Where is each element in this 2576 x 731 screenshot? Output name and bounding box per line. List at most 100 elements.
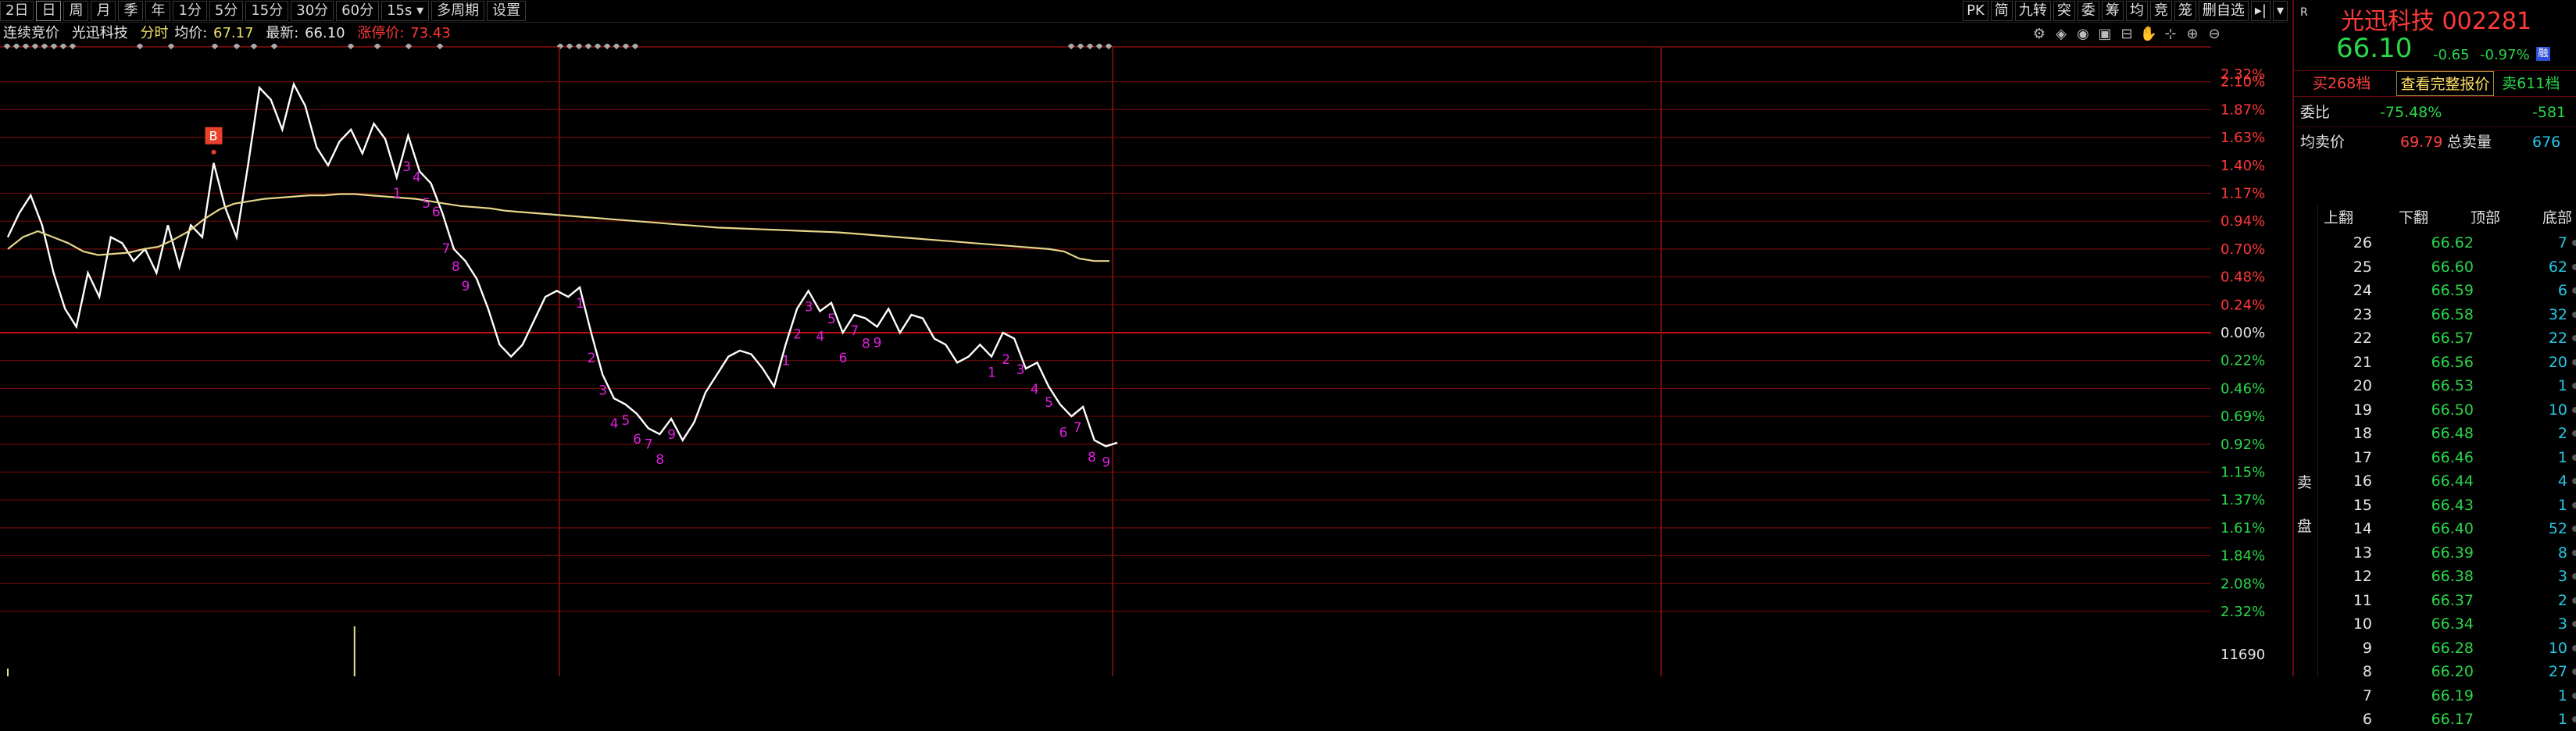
tool-button[interactable]: 笼 [2174,1,2196,21]
book-dot-icon [2572,501,2576,508]
td-sequence-mark: 4 [413,169,421,185]
book-level: 18 [2353,425,2372,442]
lock-icon[interactable]: ⊟ [2119,26,2135,42]
page-up-button[interactable]: 上翻 [2324,206,2353,230]
period-button[interactable]: 多周期 [431,1,485,21]
image-icon[interactable]: ▣ [2097,26,2113,42]
top-button[interactable]: 顶部 [2471,206,2500,230]
book-volume: 10 [2548,401,2567,419]
book-row[interactable]: 6 66.17 1 [2294,708,2576,731]
period-button[interactable]: 周 [63,1,89,21]
book-row[interactable]: 7 66.19 1 [2294,684,2576,708]
book-row[interactable]: 21 66.56 20 [2294,351,2576,374]
book-dot-icon [2572,573,2576,579]
zoom-out-icon[interactable]: ⊖ [2206,26,2222,42]
td-sequence-mark: 4 [610,416,619,432]
book-row[interactable]: 15 66.43 1 [2294,494,2576,517]
book-row[interactable]: 22 66.57 22 [2294,326,2576,350]
page-down-button[interactable]: 下翻 [2399,206,2428,230]
y-axis-tick-label: 0.69% [2221,408,2265,425]
td-sequence-mark: 1 [576,296,584,312]
stock-title[interactable]: 光迅科技 002281 [2341,2,2531,36]
book-volume: 6 [2557,282,2567,299]
period-button[interactable]: 月 [91,1,116,21]
book-row[interactable]: 11 66.37 2 [2294,589,2576,612]
period-button[interactable]: 60分 [336,1,380,21]
period-button[interactable]: 15s ▾ [381,1,430,21]
period-button[interactable]: 2日 [0,1,34,21]
book-row[interactable]: 19 66.50 10 [2294,398,2576,422]
tool-button[interactable]: 九转 [2014,1,2051,21]
book-row[interactable]: 9 66.28 10 [2294,637,2576,660]
layers-icon[interactable]: ◈ [2053,26,2069,42]
session-marker [584,44,592,50]
book-row[interactable]: 17 66.46 1 [2294,446,2576,469]
period-button[interactable]: 设置 [487,1,527,21]
tool-button[interactable]: ▸| [2250,1,2271,21]
eye-icon[interactable]: ◉ [2075,26,2091,42]
book-row[interactable]: 10 66.34 3 [2294,612,2576,636]
buy-signal-label: B [209,129,218,144]
tool-button[interactable]: 竞 [2149,1,2172,21]
book-row[interactable]: 26 66.62 7 [2294,231,2576,255]
period-button[interactable]: 1分 [173,1,207,21]
period-button[interactable]: 30分 [291,1,334,21]
y-axis-tick-label: 1.17% [2221,185,2265,201]
period-button[interactable]: 5分 [209,1,244,21]
avg-sell-value: 69.79 [2400,134,2443,151]
book-row[interactable]: 20 66.53 1 [2294,374,2576,398]
book-dot-icon [2572,526,2576,532]
tool-button[interactable]: 筹 [2101,1,2124,21]
tool-button[interactable]: ▾ [2272,1,2288,21]
book-row[interactable]: 24 66.59 6 [2294,279,2576,302]
book-price: 66.44 [2431,472,2474,490]
tool-button[interactable]: PK [1963,1,1988,21]
book-price: 66.59 [2431,282,2474,299]
book-row[interactable]: 8 66.20 27 [2294,660,2576,683]
avg-sell-row: 均卖价 69.79 总卖量 676 [2294,130,2576,155]
full-quote-button[interactable]: 查看完整报价 [2396,71,2495,96]
cursor-icon[interactable]: ⊹ [2163,26,2178,42]
gear-icon[interactable]: ⚙ [2031,26,2047,42]
td-sequence-mark: 2 [1002,352,1010,368]
period-button[interactable]: 15分 [245,1,289,21]
tool-button[interactable]: 简 [1990,1,2013,21]
y-axis-tick-label: 1.61% [2221,520,2265,537]
book-volume: 20 [2548,353,2567,371]
sell-depth-button[interactable]: 卖611档 [2494,71,2576,96]
bottom-button[interactable]: 底部 [2542,206,2572,230]
tool-buttons: PK 简九转突委筹均竞笼删自选 ▸| ▾ [1960,0,2288,22]
period-button[interactable]: 年 [145,1,171,21]
buy-depth-button[interactable]: 买268档 [2294,71,2396,96]
session-marker [1077,44,1084,50]
book-dot-icon [2572,549,2576,556]
book-row[interactable]: 25 66.60 62 [2294,255,2576,279]
td-sequence-mark: 7 [441,241,450,257]
book-row[interactable]: 12 66.38 3 [2294,565,2576,588]
book-row[interactable]: 13 66.39 8 [2294,541,2576,565]
book-level: 25 [2353,258,2372,276]
stock-header: R 光迅科技 002281 66.10 -0.65 -0.97% 融 [2294,0,2576,69]
period-button[interactable]: 日 [36,1,62,21]
book-level: 24 [2353,282,2372,299]
td-sequence-mark: 5 [827,312,836,327]
order-ratio-row: 委比 -75.48% -581 [2294,100,2576,125]
tool-button[interactable]: 突 [2053,1,2075,21]
book-price: 66.48 [2431,425,2474,442]
last-price-value: 66.10 [305,25,345,41]
book-row[interactable]: 16 66.44 4 [2294,469,2576,493]
book-dot-icon [2572,383,2576,389]
hand-icon[interactable]: ✋ [2140,26,2157,42]
tool-button[interactable]: 均 [2125,1,2148,21]
tool-button[interactable]: 删自选 [2198,1,2249,21]
period-button[interactable]: 季 [118,1,144,21]
book-row[interactable]: 23 66.58 32 [2294,303,2576,326]
book-level: 26 [2353,234,2372,251]
book-volume: 32 [2548,305,2567,323]
book-row[interactable]: 18 66.48 2 [2294,422,2576,445]
zoom-in-icon[interactable]: ⊕ [2185,26,2200,42]
intraday-chart[interactable]: 2.10%1.87%1.63%1.40%1.17%0.94%0.70%0.48%… [0,44,2289,676]
y-axis-tick-label: 0.94% [2221,213,2265,230]
tool-button[interactable]: 委 [2077,1,2099,21]
book-row[interactable]: 14 66.40 52 [2294,517,2576,540]
